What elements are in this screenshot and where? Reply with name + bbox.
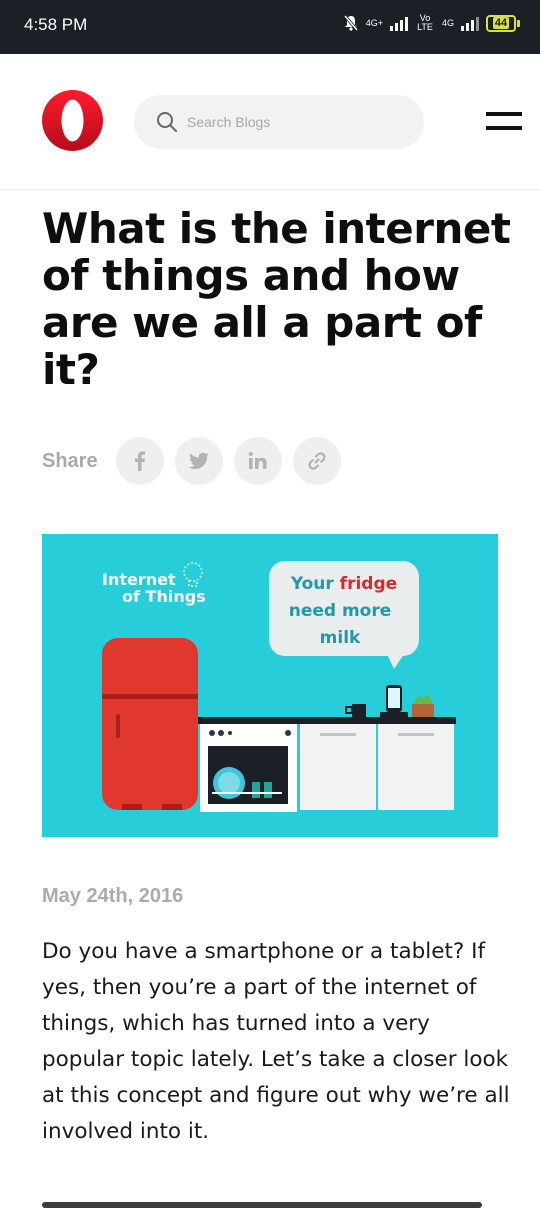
- hero-illustration: Internet of Things Your fridge need more…: [42, 534, 498, 837]
- site-header: [0, 54, 540, 190]
- share-linkedin-button[interactable]: [233, 437, 282, 485]
- countertop: [198, 717, 456, 724]
- share-bar: Share: [42, 436, 352, 486]
- bubble-line1: Your fridge: [290, 574, 397, 594]
- hamburger-menu-icon[interactable]: [486, 112, 522, 132]
- dishwasher: [200, 724, 297, 812]
- speech-bubble: Your fridge need more milk: [269, 561, 419, 669]
- opera-logo-icon[interactable]: [42, 90, 103, 151]
- link-icon: [308, 452, 326, 470]
- fridge: [102, 638, 198, 810]
- article-body: Do you have a smartphone or a tablet? If…: [42, 939, 510, 1144]
- network-4g: 4G: [441, 17, 454, 28]
- share-facebook-button[interactable]: [115, 437, 164, 485]
- bubble-line2: need more: [289, 601, 392, 621]
- article-date: May 24th, 2016: [42, 885, 184, 907]
- signal-bars-icon: [389, 15, 408, 31]
- status-bar: 4:58 PM 4G+ Vo LTE 4G 44: [0, 0, 540, 54]
- iot-kitchen-illustration: Internet of Things Your fridge need more…: [102, 561, 456, 812]
- bubble-line3: milk: [320, 628, 361, 648]
- status-icons: 4G+ Vo LTE 4G 44: [343, 14, 520, 32]
- battery-level: 44: [492, 17, 510, 29]
- mute-bell-icon: [343, 15, 358, 31]
- search-input[interactable]: [187, 114, 407, 130]
- search-icon: [157, 112, 177, 132]
- facebook-icon: [134, 451, 145, 471]
- cabinets: [300, 724, 454, 810]
- next-paragraph-clipped: [42, 1198, 512, 1208]
- article-title: What is the internet of things and how a…: [42, 204, 511, 394]
- tablet-dock: [380, 685, 408, 718]
- network-4g-plus: 4G+: [365, 17, 383, 28]
- search-bar[interactable]: [134, 95, 424, 149]
- share-twitter-button[interactable]: [174, 437, 223, 485]
- twitter-icon: [188, 452, 209, 469]
- coffee-mug: [345, 704, 366, 717]
- plant-pot: [412, 695, 434, 717]
- status-time: 4:58 PM: [24, 15, 88, 34]
- badge-line2: of Things: [122, 587, 206, 606]
- share-label: Share: [42, 449, 98, 472]
- share-link-button[interactable]: [292, 437, 341, 485]
- battery-icon: 44: [486, 14, 520, 32]
- volte-label: Vo LTE: [417, 13, 433, 32]
- linkedin-icon: [248, 451, 267, 469]
- signal-bars-icon: [461, 15, 479, 31]
- lightbulb-icon: [183, 562, 203, 587]
